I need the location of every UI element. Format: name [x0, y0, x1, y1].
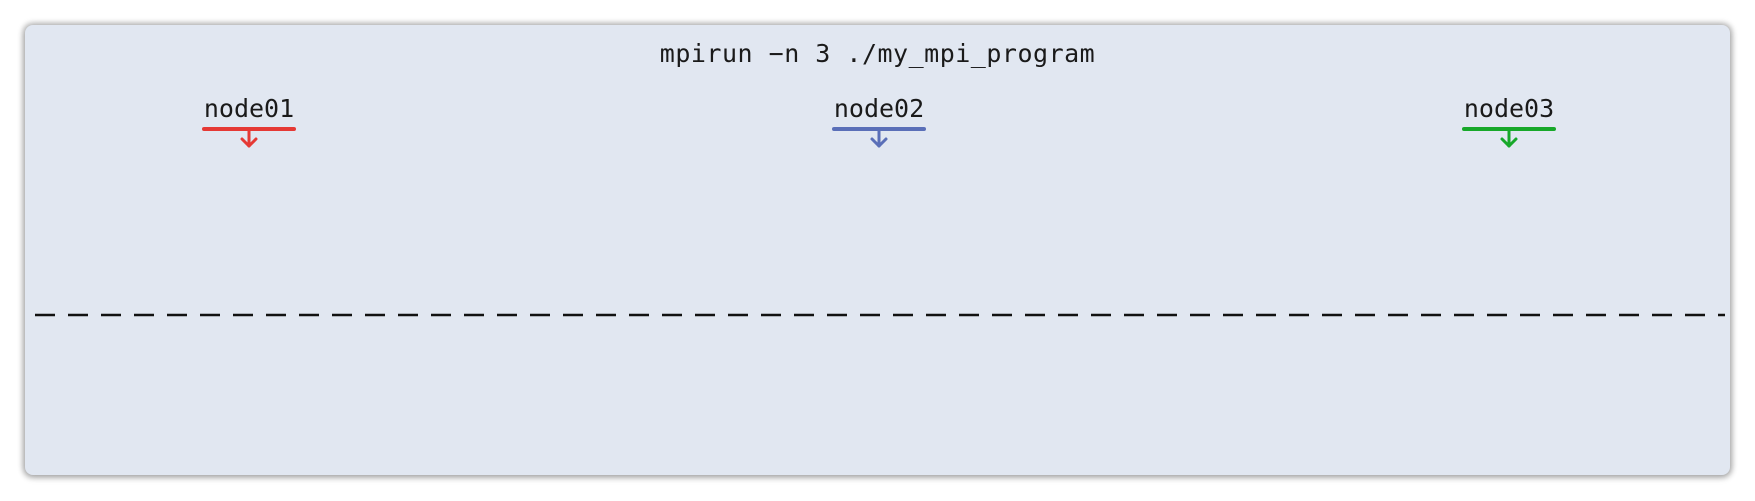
diagram-panel: mpirun −n 3 ./my_mpi_program node01 node…	[25, 25, 1730, 475]
node-node01: node01	[189, 95, 309, 149]
down-arrow-icon	[1500, 131, 1518, 148]
dashed-divider	[35, 313, 1725, 317]
node-label: node01	[203, 94, 295, 123]
down-arrow-icon	[870, 131, 888, 148]
node-label: node03	[1463, 94, 1555, 123]
node-node03: node03	[1449, 95, 1569, 149]
down-arrow-icon	[240, 131, 258, 148]
node-label: node02	[833, 94, 925, 123]
mpirun-command: mpirun −n 3 ./my_mpi_program	[659, 39, 1096, 68]
node-node02: node02	[819, 95, 939, 149]
